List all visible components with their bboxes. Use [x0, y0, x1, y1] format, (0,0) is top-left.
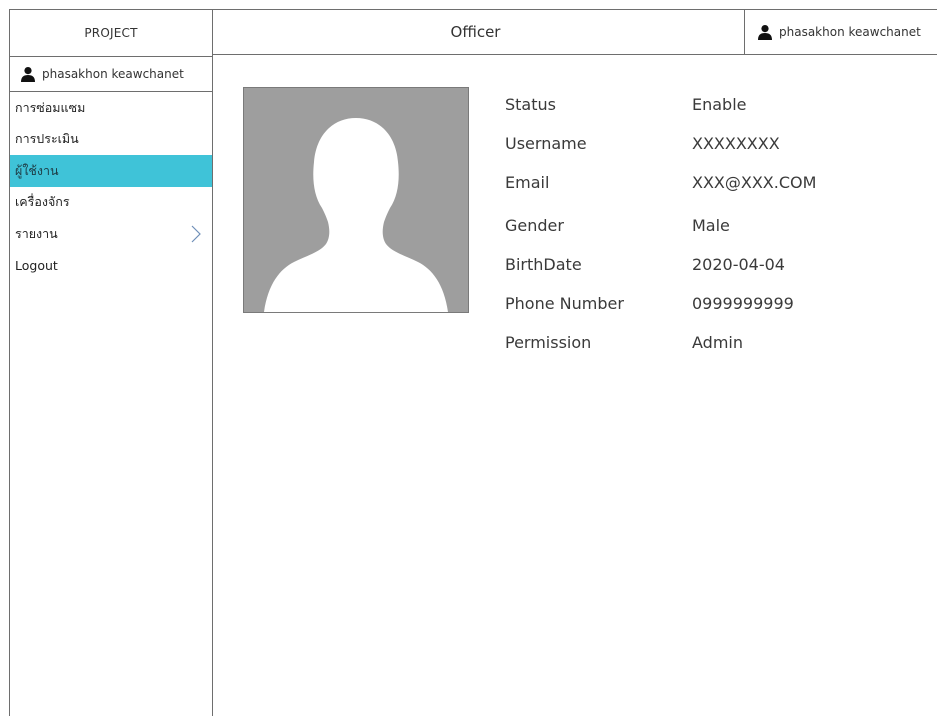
username-value: XXXXXXXX	[692, 134, 780, 153]
sidebar-menu: การซ่อมแซม การประเมิน ผู้ใช้งาน เครื่องจ…	[10, 92, 212, 281]
sidebar-item-label: การซ่อมแซม	[15, 99, 86, 115]
avatar-silhouette-icon	[264, 118, 448, 312]
sidebar-item-reports[interactable]: รายงาน	[10, 218, 212, 250]
sidebar-user[interactable]: phasakhon keawchanet	[10, 57, 212, 92]
birthdate-value: 2020-04-04	[692, 255, 785, 274]
page-title: Officer	[450, 23, 501, 41]
top-header: Officer phasakhon keawchanet	[213, 9, 937, 55]
birthdate-label: BirthDate	[505, 255, 582, 274]
username-label: Username	[505, 134, 587, 153]
chevron-right-icon	[190, 225, 202, 243]
status-value: Enable	[692, 95, 747, 114]
sidebar-item-machines[interactable]: เครื่องจักร	[10, 187, 212, 219]
user-icon	[757, 24, 773, 40]
sidebar-item-repair[interactable]: การซ่อมแซม	[10, 92, 212, 124]
permission-label: Permission	[505, 333, 592, 352]
profile-avatar	[243, 87, 469, 313]
user-icon	[20, 66, 36, 82]
header-user[interactable]: phasakhon keawchanet	[744, 10, 937, 54]
brand-title: PROJECT	[10, 10, 212, 57]
phone-label: Phone Number	[505, 294, 624, 313]
permission-value: Admin	[692, 333, 743, 352]
phone-value: 0999999999	[692, 294, 794, 313]
email-label: Email	[505, 173, 550, 192]
header-user-name: phasakhon keawchanet	[779, 25, 921, 39]
sidebar-item-logout[interactable]: Logout	[10, 250, 212, 282]
sidebar-item-label: การประเมิน	[15, 131, 79, 147]
sidebar-item-label: เครื่องจักร	[15, 194, 70, 210]
gender-value: Male	[692, 216, 730, 235]
email-value: XXX@XXX.COM	[692, 173, 817, 192]
sidebar-user-name: phasakhon keawchanet	[42, 67, 184, 81]
sidebar-item-label: ผู้ใช้งาน	[15, 162, 59, 178]
sidebar: PROJECT phasakhon keawchanet การซ่อมแซม …	[9, 9, 213, 716]
sidebar-item-evaluation[interactable]: การประเมิน	[10, 124, 212, 156]
sidebar-item-label: รายงาน	[15, 225, 58, 241]
status-label: Status	[505, 95, 556, 114]
gender-label: Gender	[505, 216, 564, 235]
sidebar-item-users[interactable]: ผู้ใช้งาน	[10, 155, 212, 187]
sidebar-item-label: Logout	[15, 257, 58, 273]
